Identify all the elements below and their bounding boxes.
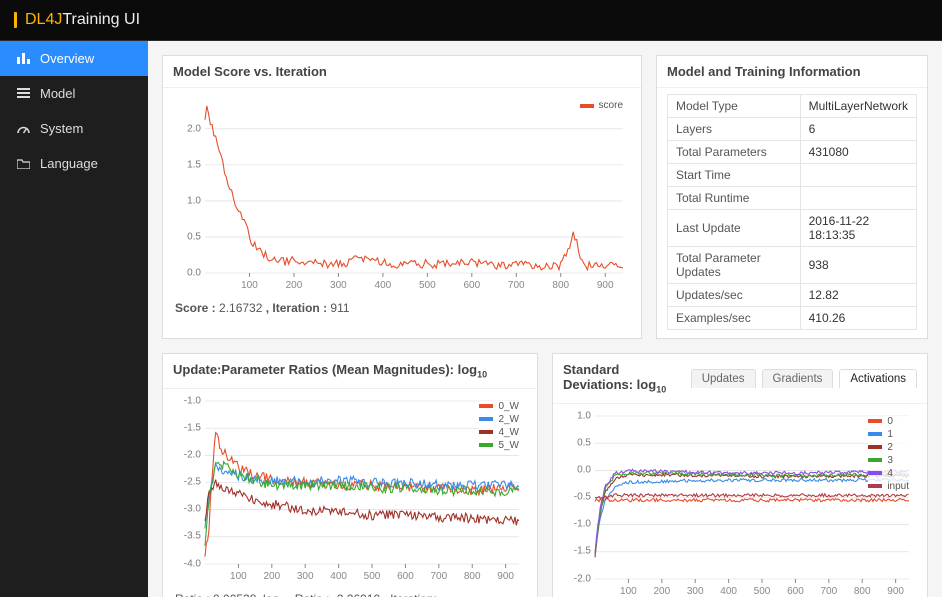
std-title-sub: 10 (656, 385, 666, 395)
score-card: Model Score vs. Iteration 0.00.51.01.52.… (162, 55, 642, 339)
sidebar-item-model[interactable]: Model (0, 76, 148, 111)
tab-updates[interactable]: Updates (691, 369, 756, 388)
info-key: Start Time (668, 164, 801, 187)
sidebar-item-label: Overview (40, 51, 94, 66)
folder-icon (14, 158, 32, 169)
table-row: Total Parameter Updates938 (668, 247, 917, 284)
info-table: Model TypeMultiLayerNetworkLayers6Total … (667, 94, 917, 330)
table-row: Start Time (668, 164, 917, 187)
ratios-card: Update:Parameter Ratios (Mean Magnitudes… (162, 353, 538, 597)
table-row: Examples/sec410.26 (668, 307, 917, 330)
list-icon (14, 88, 32, 99)
info-value: 410.26 (800, 307, 916, 330)
info-key: Total Parameters (668, 141, 801, 164)
sidebar-item-language[interactable]: Language (0, 146, 148, 181)
sidebar-item-label: Model (40, 86, 75, 101)
info-value: 938 (800, 247, 916, 284)
ratios-title-sub: 10 (477, 370, 487, 380)
sidebar: Overview Model System Language (0, 41, 148, 597)
main-content: Model Score vs. Iteration 0.00.51.01.52.… (148, 41, 942, 597)
info-key: Layers (668, 118, 801, 141)
brand-accent-icon (14, 12, 17, 28)
info-value: 6 (800, 118, 916, 141)
score-chart-footer: Score : 2.16732 , Iteration : 911 (163, 297, 641, 323)
score-card-title: Model Score vs. Iteration (163, 56, 641, 88)
info-value: 431080 (800, 141, 916, 164)
score-footer-iter-label: , Iteration : (266, 301, 331, 315)
score-footer-iter: 911 (330, 301, 349, 315)
chart-icon (14, 53, 32, 64)
info-value: 12.82 (800, 284, 916, 307)
chart-legend: 01234input (868, 416, 909, 494)
std-tabs: Updates Gradients Activations (691, 369, 917, 388)
info-key: Total Parameter Updates (668, 247, 801, 284)
std-card: Standard Deviations: log10 Updates Gradie… (552, 353, 928, 597)
std-chart[interactable]: -2.0-1.5-1.0-0.50.00.51.0100200300400500… (563, 410, 917, 595)
tab-activations[interactable]: Activations (839, 369, 917, 388)
gauge-icon (14, 123, 32, 134)
topbar: DL4J Training UI (0, 0, 942, 41)
sidebar-item-system[interactable]: System (0, 111, 148, 146)
brand-name: DL4J (25, 11, 62, 29)
info-key: Last Update (668, 210, 801, 247)
info-value (800, 164, 916, 187)
info-card-title: Model and Training Information (657, 56, 927, 88)
brand-suffix: Training UI (62, 11, 140, 29)
std-card-title: Standard Deviations: log10 Updates Gradie… (553, 354, 927, 404)
table-row: Last Update2016-11-22 18:13:35 (668, 210, 917, 247)
table-row: Total Runtime (668, 187, 917, 210)
sidebar-item-label: Language (40, 156, 98, 171)
brand: DL4J Training UI (14, 11, 140, 29)
ratios-title-text: Update:Parameter Ratios (Mean Magnitudes… (173, 362, 477, 377)
info-key: Examples/sec (668, 307, 801, 330)
sidebar-item-label: System (40, 121, 83, 136)
std-title-text: Standard Deviations: log (563, 362, 656, 392)
table-row: Layers6 (668, 118, 917, 141)
sidebar-item-overview[interactable]: Overview (0, 41, 148, 76)
table-row: Updates/sec12.82 (668, 284, 917, 307)
score-chart[interactable]: 0.00.51.01.52.01002003004005006007008009… (173, 94, 631, 289)
info-value: MultiLayerNetwork (800, 95, 916, 118)
info-card: Model and Training Information Model Typ… (656, 55, 928, 339)
info-value: 2016-11-22 18:13:35 (800, 210, 916, 247)
score-footer-value: 2.16732 (219, 301, 262, 315)
tab-gradients[interactable]: Gradients (762, 369, 834, 388)
chart-legend: score (580, 100, 623, 113)
table-row: Total Parameters431080 (668, 141, 917, 164)
info-key: Updates/sec (668, 284, 801, 307)
info-value (800, 187, 916, 210)
score-footer-label: Score : (175, 301, 219, 315)
table-row: Model TypeMultiLayerNetwork (668, 95, 917, 118)
ratios-chart[interactable]: -4.0-3.5-3.0-2.5-2.0-1.5-1.0100200300400… (173, 395, 527, 580)
chart-legend: 0_W2_W4_W5_W (479, 401, 519, 453)
info-key: Total Runtime (668, 187, 801, 210)
ratios-card-title: Update:Parameter Ratios (Mean Magnitudes… (163, 354, 537, 389)
info-key: Model Type (668, 95, 801, 118)
